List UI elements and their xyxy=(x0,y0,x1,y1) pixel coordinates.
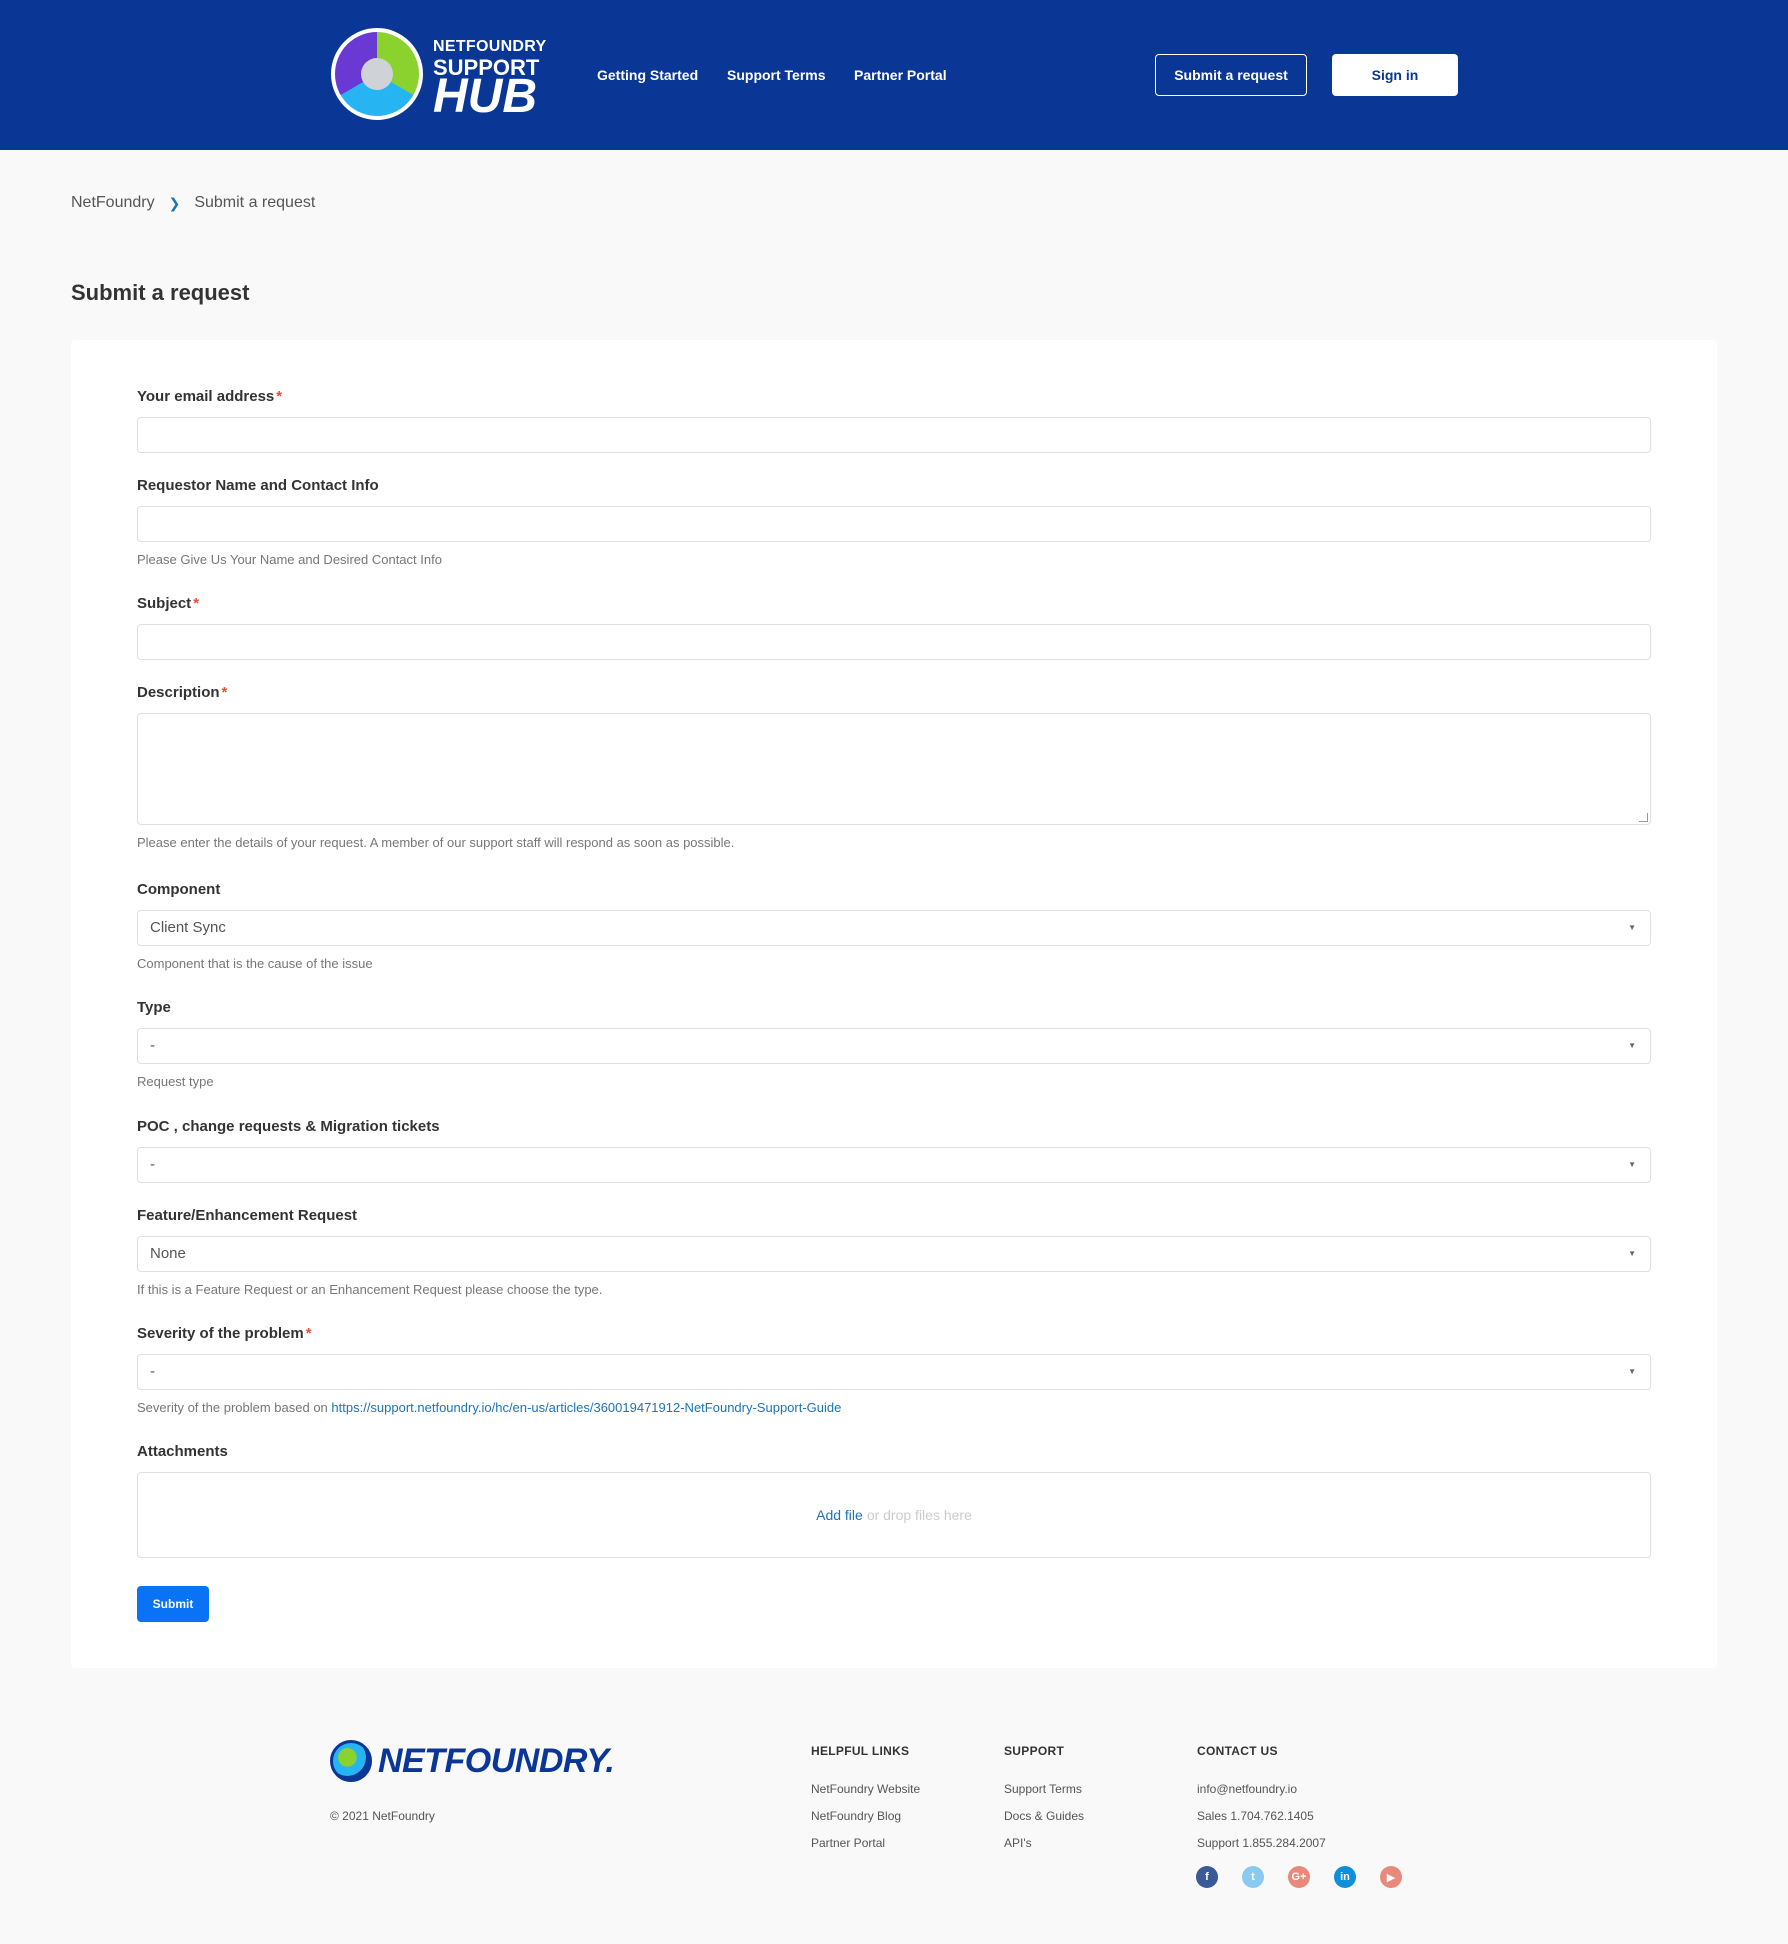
caret-down-icon: ▼ xyxy=(1628,1160,1636,1169)
type-label: Type xyxy=(137,999,171,1016)
contact-sales: Sales 1.704.762.1405 xyxy=(1197,1809,1314,1823)
caret-down-icon: ▼ xyxy=(1628,1249,1636,1258)
feature-hint: If this is a Feature Request or an Enhan… xyxy=(137,1282,603,1297)
caret-down-icon: ▼ xyxy=(1628,1367,1636,1376)
type-field-group: Type - ▼ Request type xyxy=(137,999,1651,1089)
nav-support-terms[interactable]: Support Terms xyxy=(727,67,826,83)
caret-down-icon: ▼ xyxy=(1628,923,1636,932)
sign-in-button[interactable]: Sign in xyxy=(1332,54,1458,96)
submit-button[interactable]: Submit xyxy=(137,1586,209,1622)
component-select[interactable]: Client Sync ▼ xyxy=(137,910,1651,946)
email-label: Your email address * xyxy=(137,388,283,405)
subject-input[interactable] xyxy=(137,624,1651,660)
description-label: Description * xyxy=(137,684,228,701)
severity-label: Severity of the problem * xyxy=(137,1325,312,1342)
twitter-icon[interactable]: t xyxy=(1242,1866,1264,1888)
breadcrumb-home[interactable]: NetFoundry xyxy=(71,194,155,212)
type-select[interactable]: - ▼ xyxy=(137,1028,1651,1064)
youtube-icon[interactable]: ▶ xyxy=(1380,1866,1402,1888)
requestor-label: Requestor Name and Contact Info xyxy=(137,477,379,494)
support-title: SUPPORT xyxy=(1004,1744,1065,1758)
severity-select[interactable]: - ▼ xyxy=(137,1354,1651,1390)
feature-field-group: Feature/Enhancement Request None ▼ If thi… xyxy=(137,1207,1651,1297)
description-hint: Please enter the details of your request… xyxy=(137,835,735,850)
footer-link-blog[interactable]: NetFoundry Blog xyxy=(811,1809,920,1823)
feature-label: Feature/Enhancement Request xyxy=(137,1207,358,1224)
contact-support: Support 1.855.284.2007 xyxy=(1197,1836,1326,1850)
component-field-group: Component Client Sync ▼ Component that is… xyxy=(137,881,1651,971)
footer-link-docs[interactable]: Docs & Guides xyxy=(1004,1809,1084,1823)
requestor-input[interactable] xyxy=(137,506,1651,542)
description-textarea[interactable] xyxy=(137,713,1651,825)
site-header: NETFOUNDRY SUPPORT HUB Getting Started S… xyxy=(0,0,1788,150)
contact-column: CONTACT US info@netfoundry.io Sales 1.70… xyxy=(1197,1744,1326,1863)
attachments-field-group: Attachments Add file or drop files here xyxy=(137,1443,1651,1558)
breadcrumb: NetFoundry ❯ Submit a request xyxy=(71,194,315,212)
component-label: Component xyxy=(137,881,221,898)
nav-getting-started[interactable]: Getting Started xyxy=(597,67,698,83)
social-links: f t G+ in ▶ xyxy=(1196,1866,1426,1888)
footer-logo[interactable]: NETFOUNDRY. xyxy=(330,1740,615,1782)
chevron-right-icon: ❯ xyxy=(168,194,181,211)
nav-partner-portal[interactable]: Partner Portal xyxy=(854,67,947,83)
netfoundry-globe-icon xyxy=(330,1740,372,1782)
breadcrumb-current[interactable]: Submit a request xyxy=(194,194,315,212)
linkedin-icon[interactable]: in xyxy=(1334,1866,1356,1888)
attachments-label: Attachments xyxy=(137,1443,228,1460)
helpful-links-title: HELPFUL LINKS xyxy=(811,1744,910,1758)
contact-title: CONTACT US xyxy=(1197,1744,1278,1758)
helpful-links-column: HELPFUL LINKS NetFoundry Website NetFoun… xyxy=(811,1744,920,1863)
email-field-group: Your email address * xyxy=(137,388,1651,453)
logo-line-3: HUB xyxy=(433,70,537,123)
requestor-field-group: Requestor Name and Contact Info Please G… xyxy=(137,477,1651,567)
requestor-hint: Please Give Us Your Name and Desired Con… xyxy=(137,552,442,567)
component-hint: Component that is the cause of the issue xyxy=(137,956,373,971)
google-plus-icon[interactable]: G+ xyxy=(1288,1866,1310,1888)
email-input[interactable] xyxy=(137,417,1651,453)
caret-down-icon: ▼ xyxy=(1628,1041,1636,1050)
drop-files-text: or drop files here xyxy=(866,1507,972,1523)
facebook-icon[interactable]: f xyxy=(1196,1866,1218,1888)
footer-link-partner-portal[interactable]: Partner Portal xyxy=(811,1836,920,1850)
feature-select[interactable]: None ▼ xyxy=(137,1236,1651,1272)
request-form: Your email address * Requestor Name and C… xyxy=(71,340,1717,1668)
type-hint: Request type xyxy=(137,1074,214,1089)
contact-email[interactable]: info@netfoundry.io xyxy=(1197,1782,1326,1796)
attachments-dropzone[interactable]: Add file or drop files here xyxy=(137,1472,1651,1558)
support-hub-logo[interactable]: NETFOUNDRY SUPPORT HUB xyxy=(331,28,546,124)
logo-line-1: NETFOUNDRY xyxy=(433,38,547,55)
footer-link-support-terms[interactable]: Support Terms xyxy=(1004,1782,1084,1796)
page-title: Submit a request xyxy=(71,280,250,305)
description-field-group: Description * Please enter the details of… xyxy=(137,684,1651,850)
poc-field-group: POC , change requests & Migration ticket… xyxy=(137,1118,1651,1183)
submit-request-button[interactable]: Submit a request xyxy=(1155,54,1307,96)
severity-field-group: Severity of the problem * - ▼ Severity of … xyxy=(137,1325,1651,1415)
footer-link-apis[interactable]: API's xyxy=(1004,1836,1084,1850)
subject-label: Subject * xyxy=(137,595,200,612)
support-guide-link[interactable]: https://support.netfoundry.io/hc/en-us/a… xyxy=(331,1400,841,1415)
poc-select[interactable]: - ▼ xyxy=(137,1147,1651,1183)
poc-label: POC , change requests & Migration ticket… xyxy=(137,1118,440,1135)
severity-hint: Severity of the problem based on https:/… xyxy=(137,1400,842,1415)
subject-field-group: Subject * xyxy=(137,595,1651,660)
footer-logo-text: NETFOUNDRY. xyxy=(378,1741,615,1780)
footer-link-website[interactable]: NetFoundry Website xyxy=(811,1782,920,1796)
netfoundry-logo-icon xyxy=(331,28,423,120)
support-column: SUPPORT Support Terms Docs & Guides API'… xyxy=(1004,1744,1084,1863)
add-file-link[interactable]: Add file xyxy=(816,1507,863,1523)
copyright: © 2021 NetFoundry xyxy=(330,1809,435,1823)
